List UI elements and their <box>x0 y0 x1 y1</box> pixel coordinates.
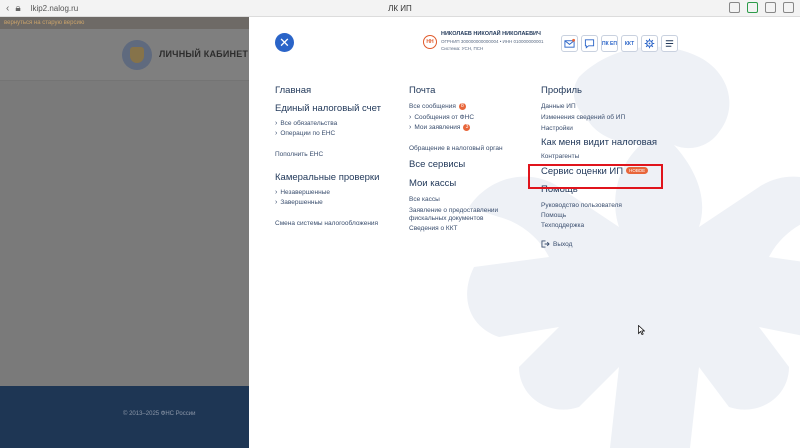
menu-ens-obligations[interactable]: Все обязательства <box>275 120 381 127</box>
menu-kassy-all[interactable]: Все кассы <box>409 196 503 203</box>
menu-column-2: Почта Все сообщения8 Сообщения от ФНС Мо… <box>409 85 503 232</box>
menu-kkt-info[interactable]: Сведения о ККТ <box>409 225 503 232</box>
menu-mail-applications-label: Мои заявления <box>414 124 461 131</box>
menu-mail-all-label: Все сообщения <box>409 103 456 110</box>
menu-help-guide[interactable]: Руководство пользователя <box>541 202 657 209</box>
menu-audits-unfinished[interactable]: Незавершенные <box>275 189 381 196</box>
menu-audits-finished[interactable]: Завершенные <box>275 199 381 206</box>
user-tax-system: Система: УСН, ПСН <box>441 46 484 51</box>
page-backdrop <box>0 17 249 448</box>
bookmark-icon[interactable] <box>729 2 740 13</box>
menu-profile-changes[interactable]: Изменения сведений об ИП <box>541 114 657 121</box>
applications-badge: 3 <box>463 124 471 131</box>
pkep-button[interactable]: ПК ЕП <box>601 35 618 52</box>
menu-ens-topup[interactable]: Пополнить ЕНС <box>275 151 381 158</box>
menu-button[interactable] <box>661 35 678 52</box>
user-ids: ОГРНИП 300000000000004 • ИНН 01000000000… <box>441 39 544 44</box>
user-info[interactable]: НН НИКОЛАЕВ НИКОЛАЙ НИКОЛАЕВИЧ ОГРНИП 30… <box>423 31 544 52</box>
close-icon: ✕ <box>279 35 290 50</box>
browser-actions <box>729 2 794 13</box>
browser-menu-icon[interactable] <box>783 2 794 13</box>
fns-emblem-icon <box>122 40 152 70</box>
image-icon[interactable] <box>765 2 776 13</box>
logout-button[interactable]: Выход <box>541 240 657 248</box>
gear-icon <box>644 38 655 49</box>
menu-profile[interactable]: Профиль <box>541 85 657 96</box>
menu-mail-applications[interactable]: Мои заявления3 <box>409 124 503 131</box>
page-footer <box>0 386 249 448</box>
close-menu-button[interactable]: ✕ <box>275 33 294 52</box>
menu-appeal[interactable]: Обращение в налоговый орган <box>409 145 503 152</box>
toolbar: ПК ЕП ККТ <box>561 35 678 52</box>
menu-change-tax-system[interactable]: Смена системы налогообложения <box>275 220 381 227</box>
menu-mail-all[interactable]: Все сообщения 8 <box>409 103 503 110</box>
mail-icon <box>564 38 575 48</box>
menu-help-help[interactable]: Помощь <box>541 212 657 219</box>
old-version-notice[interactable]: вернуться на старую версию <box>0 17 249 29</box>
menu-panel: ✕ НН НИКОЛАЕВ НИКОЛАЙ НИКОЛАЕВИЧ ОГРНИП … <box>249 17 800 448</box>
unread-badge: 8 <box>458 103 466 110</box>
menu-icon <box>665 40 674 47</box>
browser-tab-title: ЛК ИП <box>388 3 412 13</box>
logout-label: Выход <box>553 240 573 248</box>
menu-profile-data[interactable]: Данные ИП <box>541 103 657 110</box>
menu-mail-fns[interactable]: Сообщения от ФНС <box>409 114 503 121</box>
settings-button[interactable] <box>641 35 658 52</box>
menu-kassy-application-line-1[interactable]: Заявление о предоставлении <box>409 207 503 214</box>
chat-button[interactable] <box>581 35 598 52</box>
menu-main[interactable]: Главная <box>275 85 381 96</box>
highlight-box <box>528 164 663 189</box>
avatar: НН <box>423 34 437 49</box>
menu-ens[interactable]: Единый налоговый счет <box>275 103 381 114</box>
menu-audits[interactable]: Камеральные проверки <box>275 172 381 183</box>
menu-tax-view[interactable]: Как меня видит налоговая <box>541 137 657 148</box>
menu-column-1: Главная Единый налоговый счет Все обязат… <box>275 85 381 227</box>
menu-help-support[interactable]: Техподдержка <box>541 222 657 229</box>
browser-bar: ‹ 🔒︎ lkip2.nalog.ru ЛК ИП <box>0 0 800 17</box>
mouse-cursor-icon <box>638 325 645 335</box>
menu-mail[interactable]: Почта <box>409 85 503 96</box>
menu-profile-settings[interactable]: Настройки <box>541 125 657 132</box>
menu-all-services[interactable]: Все сервисы <box>409 159 503 170</box>
menu-ens-operations[interactable]: Операции по ЕНС <box>275 130 381 137</box>
menu-kassy-application-line-2[interactable]: фискальных документов <box>409 215 503 222</box>
extension-icon[interactable] <box>747 2 758 13</box>
kkt-button[interactable]: ККТ <box>621 35 638 52</box>
mail-button[interactable] <box>561 35 578 52</box>
menu-counterparties[interactable]: Контрагенты <box>541 153 657 160</box>
copyright: © 2013–2025 ФНС России <box>123 411 196 417</box>
logout-icon <box>541 240 550 248</box>
chat-icon <box>584 39 595 49</box>
menu-my-kassy[interactable]: Мои кассы <box>409 178 503 189</box>
user-name: НИКОЛАЕВ НИКОЛАЙ НИКОЛАЕВИЧ <box>441 31 541 37</box>
